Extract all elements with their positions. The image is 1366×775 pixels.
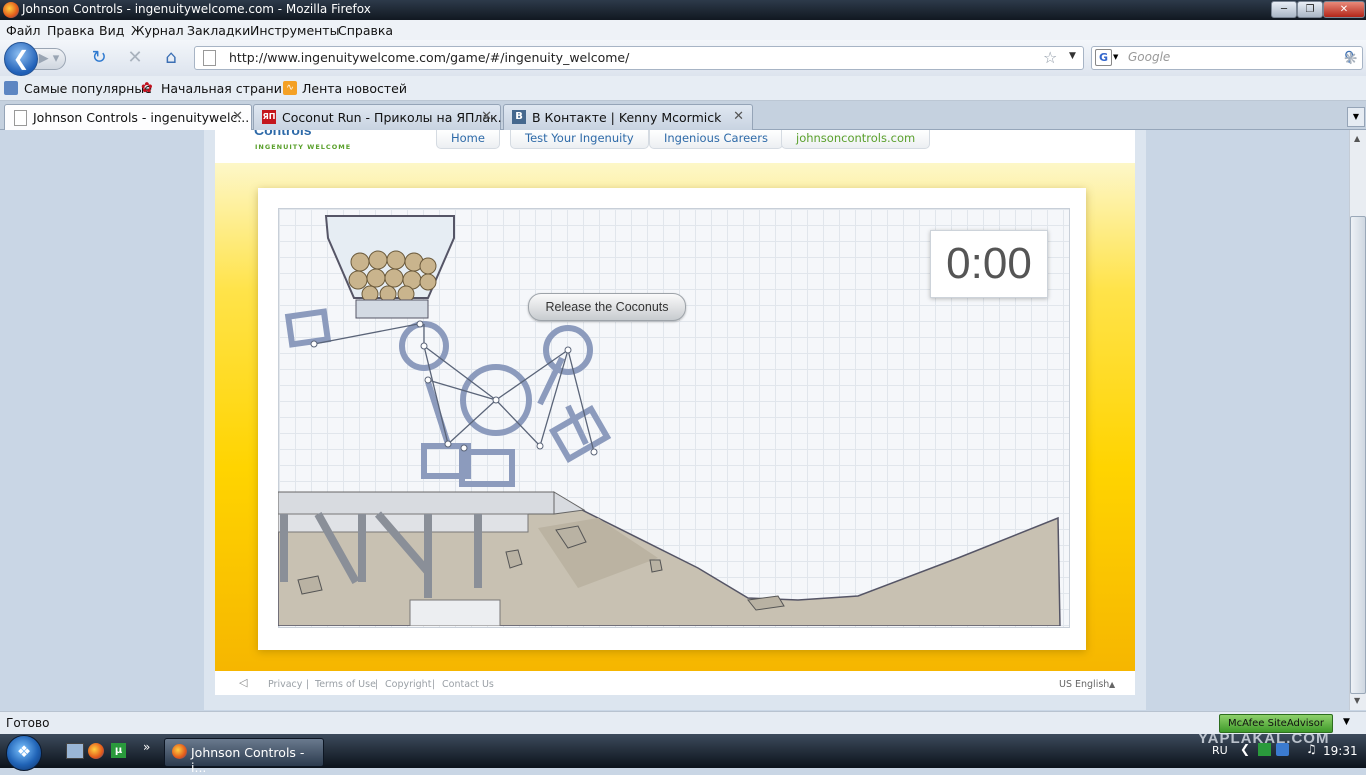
- tab-label: Coconut Run - Приколы на ЯПлак...: [282, 110, 510, 125]
- minimize-button[interactable]: ─: [1271, 1, 1297, 18]
- window-title: Johnson Controls - ingenuitywelcome.com …: [22, 2, 371, 16]
- bookmark-most-visited[interactable]: Самые популярные: [24, 81, 152, 96]
- bridge-pillar-base: [409, 599, 501, 626]
- language-selector[interactable]: US English: [1059, 679, 1109, 690]
- most-visited-icon: [4, 81, 18, 95]
- footer-divider: |: [432, 679, 436, 690]
- menu-file[interactable]: Файл: [6, 23, 41, 38]
- speaker-icon[interactable]: ◁: [239, 676, 247, 689]
- mcafee-dropdown-icon[interactable]: ▼: [1343, 717, 1350, 727]
- bridge-deck: [278, 491, 555, 515]
- release-coconuts-button[interactable]: Release the Coconuts: [528, 293, 686, 321]
- address-bar[interactable]: http://www.ingenuitywelcome.com/game/#/i…: [194, 46, 1084, 70]
- footer-divider: |: [306, 679, 310, 690]
- url-dropdown-icon[interactable]: ▼: [1069, 51, 1076, 61]
- scroll-up-icon[interactable]: ▲: [1354, 134, 1360, 143]
- firefox-icon: [3, 2, 19, 18]
- contraption[interactable]: [284, 308, 612, 487]
- footer-copyright[interactable]: Copyright: [385, 679, 431, 690]
- tab-johnson-controls[interactable]: Johnson Controls - ingenuitywelc... ✕: [4, 104, 252, 131]
- tab-label: Johnson Controls - ingenuitywelc...: [33, 110, 250, 125]
- url-text[interactable]: http://www.ingenuitywelcome.com/game/#/i…: [229, 50, 629, 65]
- page-icon: [203, 50, 216, 66]
- status-bar: Готово McAfee SiteAdvisor ▼: [0, 711, 1366, 734]
- stop-icon[interactable]: ✕: [125, 48, 145, 68]
- show-desktop-icon[interactable]: [66, 743, 84, 759]
- windows-taskbar: ❖ μ » Johnson Controls - i... RU ❮ ♫ 19:…: [0, 734, 1366, 775]
- scroll-down-icon[interactable]: ▼: [1354, 696, 1360, 705]
- back-button[interactable]: ❮: [4, 42, 38, 76]
- footer-terms[interactable]: Terms of Use: [315, 679, 376, 690]
- site-nav-johnsoncontrols[interactable]: johnsoncontrols.com: [781, 130, 931, 149]
- logo-subtitle: INGENUITY WELCOME: [255, 143, 352, 151]
- bookmark-start-page[interactable]: Начальная страница: [161, 81, 298, 96]
- game-timer: 0:00: [930, 230, 1048, 298]
- reload-icon[interactable]: ↻: [89, 48, 109, 68]
- window-titlebar: Johnson Controls - ingenuitywelcome.com …: [0, 0, 1366, 20]
- menu-tools[interactable]: Инструменты: [250, 23, 339, 38]
- rock: [649, 559, 663, 573]
- home-icon[interactable]: ⌂: [161, 48, 181, 68]
- tab-vkontakte[interactable]: B В Контакте | Kenny Mcormick ✕: [503, 104, 753, 130]
- search-placeholder[interactable]: Google: [1128, 50, 1170, 64]
- start-page-icon: ✿: [141, 80, 153, 96]
- menu-bar: Файл Правка Вид Журнал Закладки Инструме…: [0, 20, 1366, 40]
- tab-bar: Johnson Controls - ingenuitywelc... ✕ ЯП…: [0, 101, 1366, 131]
- site-nav-home[interactable]: Home: [436, 130, 500, 149]
- quicklaunch-expand-icon[interactable]: »: [143, 740, 150, 754]
- status-text: Готово: [6, 716, 50, 730]
- menu-view[interactable]: Вид: [99, 23, 124, 38]
- bridge-ramp: [553, 491, 586, 515]
- site-footer: ◁ Privacy | Terms of Use | Copyright | C…: [215, 671, 1135, 695]
- vkontakte-icon: B: [512, 110, 526, 124]
- hopper-gate: [355, 299, 429, 319]
- footer-contact[interactable]: Contact Us: [442, 679, 494, 690]
- bookmark-news-feed[interactable]: Лента новостей: [302, 81, 407, 96]
- logo-text[interactable]: Controls: [254, 130, 312, 138]
- close-window-button[interactable]: ✕: [1323, 1, 1365, 18]
- all-tabs-dropdown-icon[interactable]: ▼: [1347, 107, 1365, 127]
- yaplakal-icon: ЯП: [262, 110, 276, 124]
- tab-close-icon[interactable]: ✕: [232, 109, 243, 124]
- bookmark-star-icon[interactable]: ☆: [1043, 48, 1057, 67]
- page-icon: [14, 110, 27, 126]
- menu-help[interactable]: Справка: [338, 23, 393, 38]
- tab-coconut-run[interactable]: ЯП Coconut Run - Приколы на ЯПлак... ✕: [253, 104, 510, 130]
- site-header: Controls INGENUITY WELCOME Home Test You…: [215, 130, 1135, 163]
- search-bar[interactable]: G ▼ Google ⚲: [1091, 46, 1363, 70]
- site-nav-careers[interactable]: Ingenious Careers: [649, 130, 783, 149]
- activity-throbber-icon: ❋: [1344, 49, 1358, 68]
- rss-icon: ∿: [283, 81, 297, 95]
- navigation-toolbar: ▶ ▾ ❮ ↻ ✕ ⌂ http://www.ingenuitywelcome.…: [0, 40, 1366, 76]
- menu-bookmarks[interactable]: Закладки: [187, 23, 250, 38]
- watermark: YAPLAKAL.COM: [1198, 730, 1330, 747]
- start-button[interactable]: ❖: [6, 735, 42, 771]
- site-nav-test-ingenuity[interactable]: Test Your Ingenuity: [510, 130, 649, 149]
- maximize-button[interactable]: ❐: [1297, 1, 1323, 18]
- language-arrow-icon[interactable]: ▲: [1109, 680, 1115, 689]
- google-icon[interactable]: G: [1095, 49, 1112, 66]
- tab-close-icon[interactable]: ✕: [733, 109, 744, 124]
- menu-edit[interactable]: Правка: [47, 23, 95, 38]
- tab-close-icon[interactable]: ✕: [481, 109, 492, 124]
- bookmarks-toolbar: Самые популярные ✿ Начальная страница ∿ …: [0, 76, 1366, 101]
- firefox-quicklaunch-icon[interactable]: [88, 743, 104, 759]
- menu-history[interactable]: Журнал: [131, 23, 184, 38]
- footer-divider: |: [375, 679, 379, 690]
- search-engine-dropdown-icon[interactable]: ▼: [1113, 53, 1118, 61]
- taskbar-item-firefox[interactable]: Johnson Controls - i...: [164, 738, 324, 775]
- footer-privacy[interactable]: Privacy: [268, 679, 302, 690]
- firefox-icon: [172, 744, 187, 759]
- tab-label: В Контакте | Kenny Mcormick: [532, 110, 722, 125]
- utorrent-quicklaunch-icon[interactable]: μ: [111, 743, 126, 758]
- taskbar-item-label: Johnson Controls - i...: [191, 745, 305, 775]
- scrollbar-thumb[interactable]: [1350, 216, 1366, 694]
